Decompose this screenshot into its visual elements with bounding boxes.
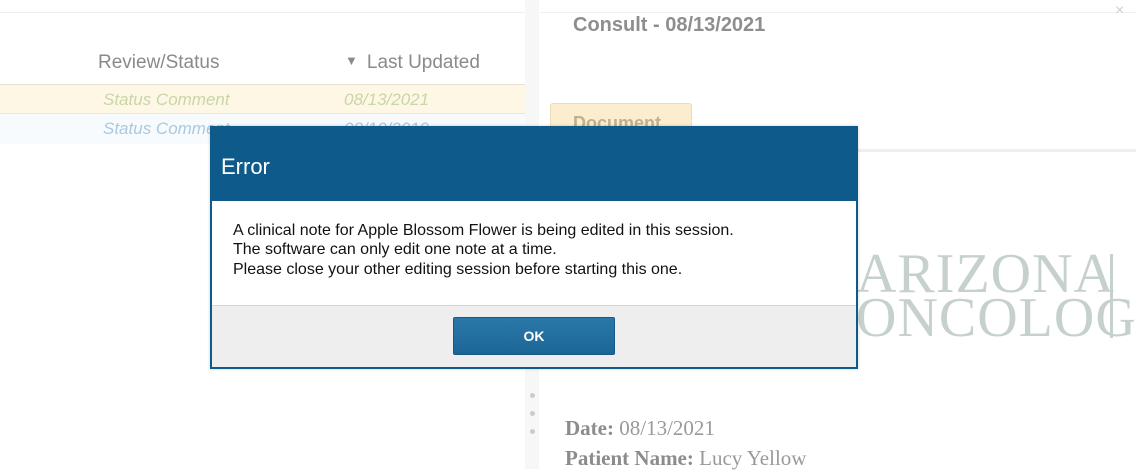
date-label: Date: bbox=[565, 416, 614, 440]
dialog-message-line: Please close your other editing session … bbox=[233, 261, 683, 278]
note-date: Date: 08/13/2021 bbox=[565, 416, 715, 441]
dialog-body: A clinical note for Apple Blossom Flower… bbox=[212, 201, 856, 306]
column-header-last-updated[interactable]: ▼ Last Updated bbox=[345, 52, 480, 74]
table-row[interactable]: Status Comment 08/13/2021 bbox=[0, 84, 525, 114]
divider bbox=[0, 12, 525, 13]
dialog-title: Error bbox=[221, 154, 270, 179]
ok-button[interactable]: OK bbox=[453, 317, 615, 355]
column-header-label: Last Updated bbox=[366, 52, 480, 73]
sort-desc-icon: ▼ bbox=[345, 53, 358, 68]
column-header-label: Review/Status bbox=[98, 52, 220, 73]
grip-dot-icon bbox=[530, 411, 535, 416]
dialog-message-line: A clinical note for Apple Blossom Flower… bbox=[233, 222, 734, 239]
patient-value: Lucy Yellow bbox=[699, 446, 807, 470]
logo-divider bbox=[1110, 254, 1113, 338]
grip-dot-icon bbox=[530, 393, 535, 398]
patient-label: Patient Name: bbox=[565, 446, 694, 470]
note-patient: Patient Name: Lucy Yellow bbox=[565, 446, 806, 471]
close-icon[interactable]: × bbox=[1115, 2, 1124, 20]
note-title: Consult - 08/13/2021 bbox=[573, 14, 766, 36]
date-value: 08/13/2021 bbox=[619, 416, 715, 440]
column-header-review-status[interactable]: Review/Status bbox=[98, 52, 219, 74]
error-dialog: Error A clinical note for Apple Blossom … bbox=[210, 126, 858, 369]
dialog-message-line: The software can only edit one note at a… bbox=[233, 241, 557, 258]
status-cell: Status Comment bbox=[103, 90, 230, 109]
logo-text-line2: ONCOLOGY bbox=[856, 287, 1136, 349]
grip-dot-icon bbox=[530, 429, 535, 434]
divider bbox=[540, 12, 1136, 13]
dialog-titlebar: Error bbox=[212, 128, 856, 201]
date-cell: 08/13/2021 bbox=[344, 90, 430, 109]
